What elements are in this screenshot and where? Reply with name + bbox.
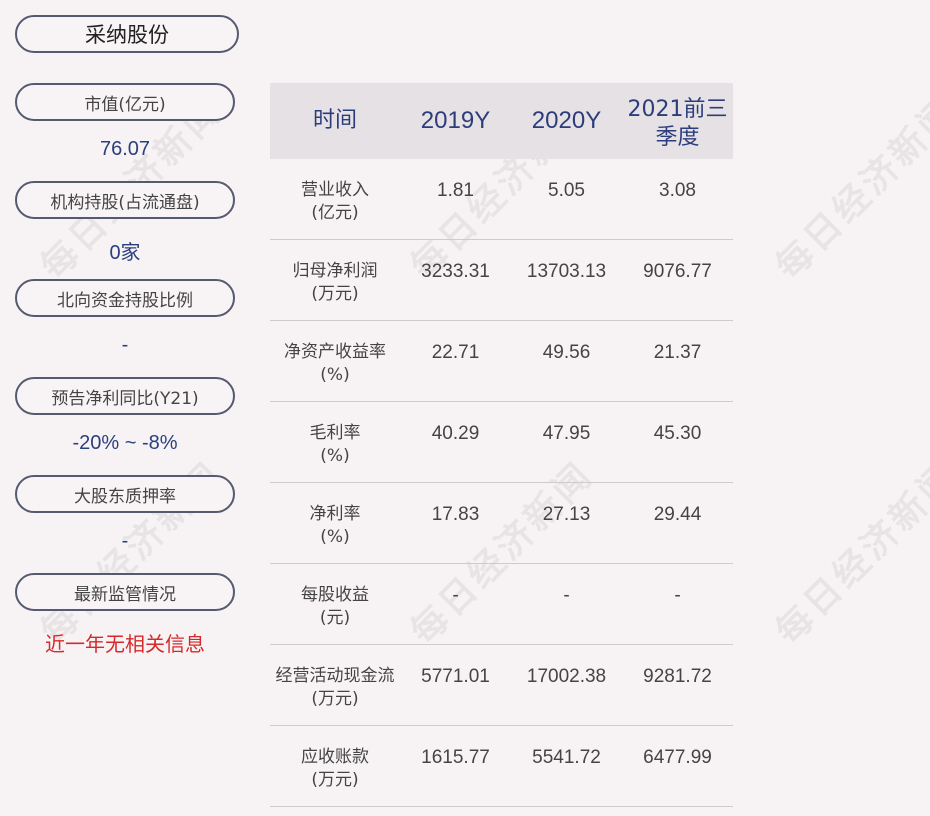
metric-value-regulatory: 近一年无相关信息: [45, 634, 205, 656]
row-label: 归母净利润 (万元): [270, 239, 400, 321]
header-2021-q3: 2021前三季度: [622, 83, 733, 159]
watermark: 每日经济新闻: [768, 454, 930, 653]
cell-value: 9076.77: [622, 239, 733, 321]
header-2020: 2020Y: [511, 83, 622, 159]
cell-value: 17.83: [400, 482, 511, 564]
cell-value: -: [622, 563, 733, 645]
company-name: 采纳股份: [15, 15, 239, 53]
cell-value: 3233.31: [400, 239, 511, 321]
row-label: 毛利率 (%): [270, 401, 400, 483]
cell-value: 29.44: [622, 482, 733, 564]
metric-value-institutional-holding: 0家: [109, 242, 141, 264]
table-row: 净利率 (%) 17.83 27.13 29.44: [270, 482, 733, 564]
cell-value: 5541.72: [511, 725, 622, 807]
cell-value: 21.37: [622, 320, 733, 402]
metric-label-institutional-holding: 机构持股(占流通盘): [15, 181, 235, 219]
metric-label-profit-forecast: 预告净利同比(Y21): [15, 377, 235, 415]
row-label: 经营活动现金流 (万元): [270, 644, 400, 726]
table-row: 营业收入 (亿元) 1.81 5.05 3.08: [270, 159, 733, 240]
cell-value: 17002.38: [511, 644, 622, 726]
cell-value: 5.05: [511, 159, 622, 240]
watermark: 每日经济新闻: [768, 89, 930, 288]
metric-label-northbound-ratio: 北向资金持股比例: [15, 279, 235, 317]
header-time: 时间: [270, 83, 400, 159]
metric-value-northbound-ratio: -: [121, 334, 129, 356]
row-label: 营业收入 (亿元): [270, 159, 400, 240]
metric-value-profit-forecast: -20% ~ -8%: [72, 432, 178, 454]
metric-value-pledge-ratio: -: [121, 530, 129, 552]
cell-value: 22.71: [400, 320, 511, 402]
cell-value: 40.29: [400, 401, 511, 483]
metric-label-regulatory: 最新监管情况: [15, 573, 235, 611]
cell-value: -: [511, 563, 622, 645]
cell-value: 47.95: [511, 401, 622, 483]
table-row: 净资产收益率 (%) 22.71 49.56 21.37: [270, 320, 733, 402]
cell-value: 1.81: [400, 159, 511, 240]
cell-value: 49.56: [511, 320, 622, 402]
row-label: 净资产收益率 (%): [270, 320, 400, 402]
cell-value: 6477.99: [622, 725, 733, 807]
cell-value: 13703.13: [511, 239, 622, 321]
table-row: 应收账款 (万元) 1615.77 5541.72 6477.99: [270, 725, 733, 807]
cell-value: 3.08: [622, 159, 733, 240]
header-2019: 2019Y: [400, 83, 511, 159]
row-label: 每股收益 (元): [270, 563, 400, 645]
table-row: 经营活动现金流 (万元) 5771.01 17002.38 9281.72: [270, 644, 733, 726]
row-label: 应收账款 (万元): [270, 725, 400, 807]
cell-value: 9281.72: [622, 644, 733, 726]
cell-value: 45.30: [622, 401, 733, 483]
financial-table: 时间 2019Y 2020Y 2021前三季度 营业收入 (亿元) 1.81 5.…: [270, 83, 733, 807]
cell-value: 27.13: [511, 482, 622, 564]
cell-value: 1615.77: [400, 725, 511, 807]
table-row: 归母净利润 (万元) 3233.31 13703.13 9076.77: [270, 239, 733, 321]
metric-label-pledge-ratio: 大股东质押率: [15, 475, 235, 513]
table-row: 每股收益 (元) - - -: [270, 563, 733, 645]
cell-value: 5771.01: [400, 644, 511, 726]
metric-label-market-cap: 市值(亿元): [15, 83, 235, 121]
table-row: 毛利率 (%) 40.29 47.95 45.30: [270, 401, 733, 483]
row-label: 净利率 (%): [270, 482, 400, 564]
metric-value-market-cap: 76.07: [99, 138, 151, 160]
cell-value: -: [400, 563, 511, 645]
table-header-row: 时间 2019Y 2020Y 2021前三季度: [270, 83, 733, 159]
